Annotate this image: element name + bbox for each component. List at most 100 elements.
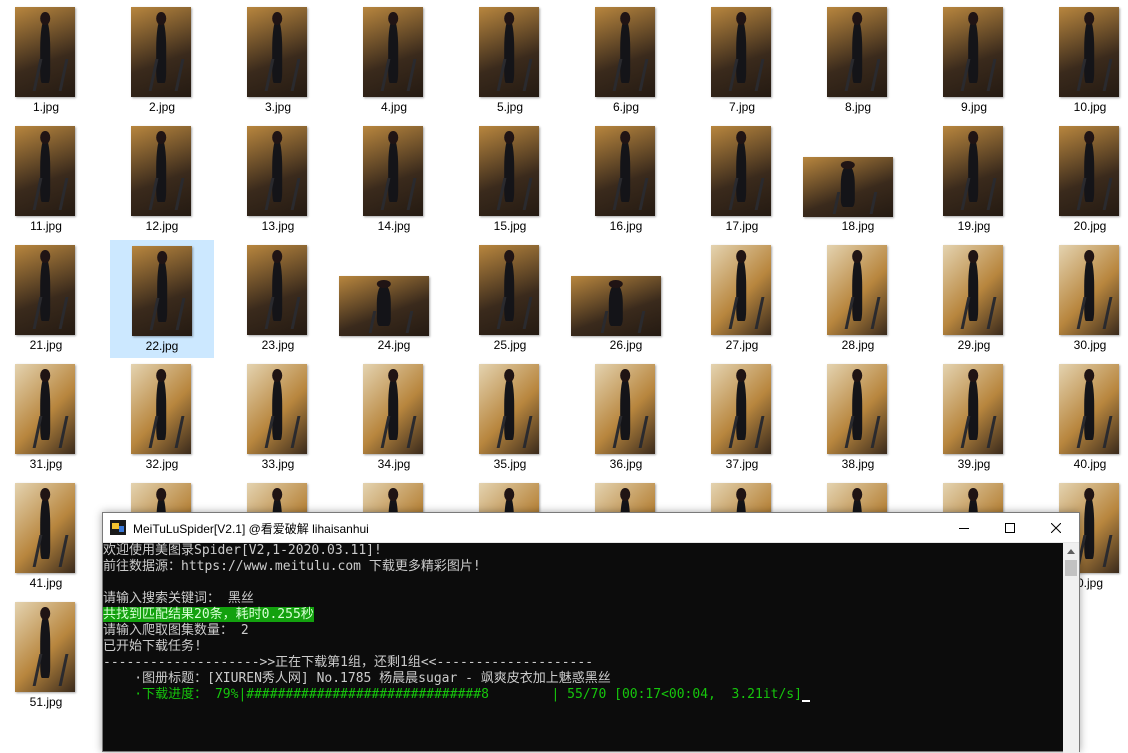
file-item[interactable]: 28.jpg (806, 240, 910, 358)
thumbnail (711, 245, 771, 335)
file-item[interactable]: 2.jpg (110, 2, 214, 120)
console-line: 前往数据源：https://www.meitulu.com 下载更多精彩图片! (103, 559, 481, 574)
file-name: 14.jpg (377, 219, 411, 233)
file-item[interactable]: 24.jpg (339, 240, 446, 358)
file-item[interactable]: 18.jpg (803, 121, 910, 239)
scrollbar-thumb[interactable] (1065, 560, 1077, 576)
file-item[interactable]: 35.jpg (458, 359, 562, 477)
file-item[interactable]: 8.jpg (806, 2, 910, 120)
minimize-button[interactable] (941, 513, 987, 542)
file-item[interactable]: 6.jpg (574, 2, 678, 120)
file-item[interactable]: 15.jpg (458, 121, 562, 239)
file-name: 6.jpg (612, 100, 640, 114)
file-name: 5.jpg (496, 100, 524, 114)
file-name: 34.jpg (377, 457, 411, 471)
thumbnail (711, 126, 771, 216)
file-item[interactable]: 20.jpg (1038, 121, 1128, 239)
minimize-icon (959, 527, 969, 529)
file-item[interactable]: 13.jpg (226, 121, 330, 239)
file-item[interactable]: 25.jpg (458, 240, 562, 358)
file-item[interactable]: 38.jpg (806, 359, 910, 477)
file-item[interactable]: 26.jpg (571, 240, 678, 358)
thumbnail (827, 364, 887, 454)
console-output[interactable]: 欢迎使用美图录Spider[V2,1-2020.03.11]! 前往数据源：ht… (103, 543, 1063, 753)
close-icon (1051, 522, 1061, 533)
file-item[interactable]: 29.jpg (922, 240, 1026, 358)
file-item[interactable]: 5.jpg (458, 2, 562, 120)
file-item[interactable]: 51.jpg (0, 597, 98, 715)
file-item[interactable]: 19.jpg (922, 121, 1026, 239)
file-item[interactable]: 37.jpg (690, 359, 794, 477)
file-item[interactable]: 9.jpg (922, 2, 1026, 120)
file-item[interactable]: 33.jpg (226, 359, 330, 477)
thumbnail (479, 7, 539, 97)
thumbnail (1059, 7, 1119, 97)
file-item[interactable]: 23.jpg (226, 240, 330, 358)
thumbnail (1059, 364, 1119, 454)
thumbnail (247, 7, 307, 97)
file-name: 7.jpg (728, 100, 756, 114)
file-item[interactable]: 12.jpg (110, 121, 214, 239)
file-item[interactable]: 11.jpg (0, 121, 98, 239)
thumbnail (247, 364, 307, 454)
file-name: 8.jpg (844, 100, 872, 114)
chevron-up-icon (1067, 548, 1075, 554)
thumbnail (15, 602, 75, 692)
file-name: 36.jpg (609, 457, 643, 471)
thumbnail (1059, 245, 1119, 335)
maximize-button[interactable] (987, 513, 1033, 542)
console-line-progress: ·下载进度： 79%|#############################… (103, 687, 810, 703)
file-item[interactable]: 1.jpg (0, 2, 98, 120)
file-item[interactable]: 10.jpg (1038, 2, 1128, 120)
file-name: 11.jpg (30, 219, 62, 233)
file-name: 27.jpg (725, 338, 759, 352)
file-item[interactable]: 14.jpg (342, 121, 446, 239)
file-item[interactable]: 27.jpg (690, 240, 794, 358)
console-line: 欢迎使用美图录Spider[V2,1-2020.03.11]! (103, 543, 382, 558)
scroll-up-button[interactable] (1063, 543, 1079, 559)
file-item[interactable]: 22.jpg (110, 240, 214, 358)
thumbnail (943, 245, 1003, 335)
file-item[interactable]: 16.jpg (574, 121, 678, 239)
file-name: 28.jpg (841, 338, 875, 352)
file-item[interactable]: 31.jpg (0, 359, 98, 477)
result-highlight: 共找到匹配结果20条，耗时0.255秒 (103, 607, 314, 622)
title-bar[interactable]: MeiTuLuSpider[V2.1] @看爱破解 lihaisanhui (103, 513, 1079, 543)
thumbnail (15, 245, 75, 335)
file-name: 51.jpg (29, 695, 63, 709)
file-item[interactable]: 40.jpg (1038, 359, 1128, 477)
file-item[interactable]: 21.jpg (0, 240, 98, 358)
file-name: 33.jpg (261, 457, 295, 471)
console-line: 请输入爬取图集数量： 2 (103, 623, 249, 638)
file-name: 29.jpg (957, 338, 991, 352)
file-name: 13.jpg (261, 219, 295, 233)
thumbnail (479, 364, 539, 454)
file-name: 37.jpg (725, 457, 759, 471)
text-cursor (801, 700, 810, 702)
file-name: 38.jpg (841, 457, 875, 471)
app-icon[interactable] (110, 520, 126, 535)
file-item[interactable]: 3.jpg (226, 2, 330, 120)
file-item[interactable]: 4.jpg (342, 2, 446, 120)
file-name: 1.jpg (32, 100, 60, 114)
thumbnail (131, 364, 191, 454)
thumbnail (711, 364, 771, 454)
file-item[interactable]: 7.jpg (690, 2, 794, 120)
download-progress: ·下载进度： 79%|#############################… (103, 687, 802, 702)
file-item[interactable]: 36.jpg (574, 359, 678, 477)
file-item[interactable]: 32.jpg (110, 359, 214, 477)
file-name: 20.jpg (1073, 219, 1107, 233)
file-item[interactable]: 30.jpg (1038, 240, 1128, 358)
file-name: 12.jpg (145, 219, 179, 233)
thumbnail (943, 364, 1003, 454)
file-item[interactable]: 17.jpg (690, 121, 794, 239)
file-item[interactable]: 34.jpg (342, 359, 446, 477)
console-line-result: 共找到匹配结果20条，耗时0.255秒 (103, 607, 314, 623)
maximize-icon (1005, 522, 1015, 533)
file-item[interactable]: 41.jpg (0, 478, 98, 596)
close-button[interactable] (1033, 513, 1079, 542)
console-window[interactable]: MeiTuLuSpider[V2.1] @看爱破解 lihaisanhui 欢迎… (102, 512, 1080, 753)
file-item[interactable]: 39.jpg (922, 359, 1026, 477)
file-name: 18.jpg (841, 219, 875, 233)
vertical-scrollbar[interactable] (1063, 543, 1079, 753)
